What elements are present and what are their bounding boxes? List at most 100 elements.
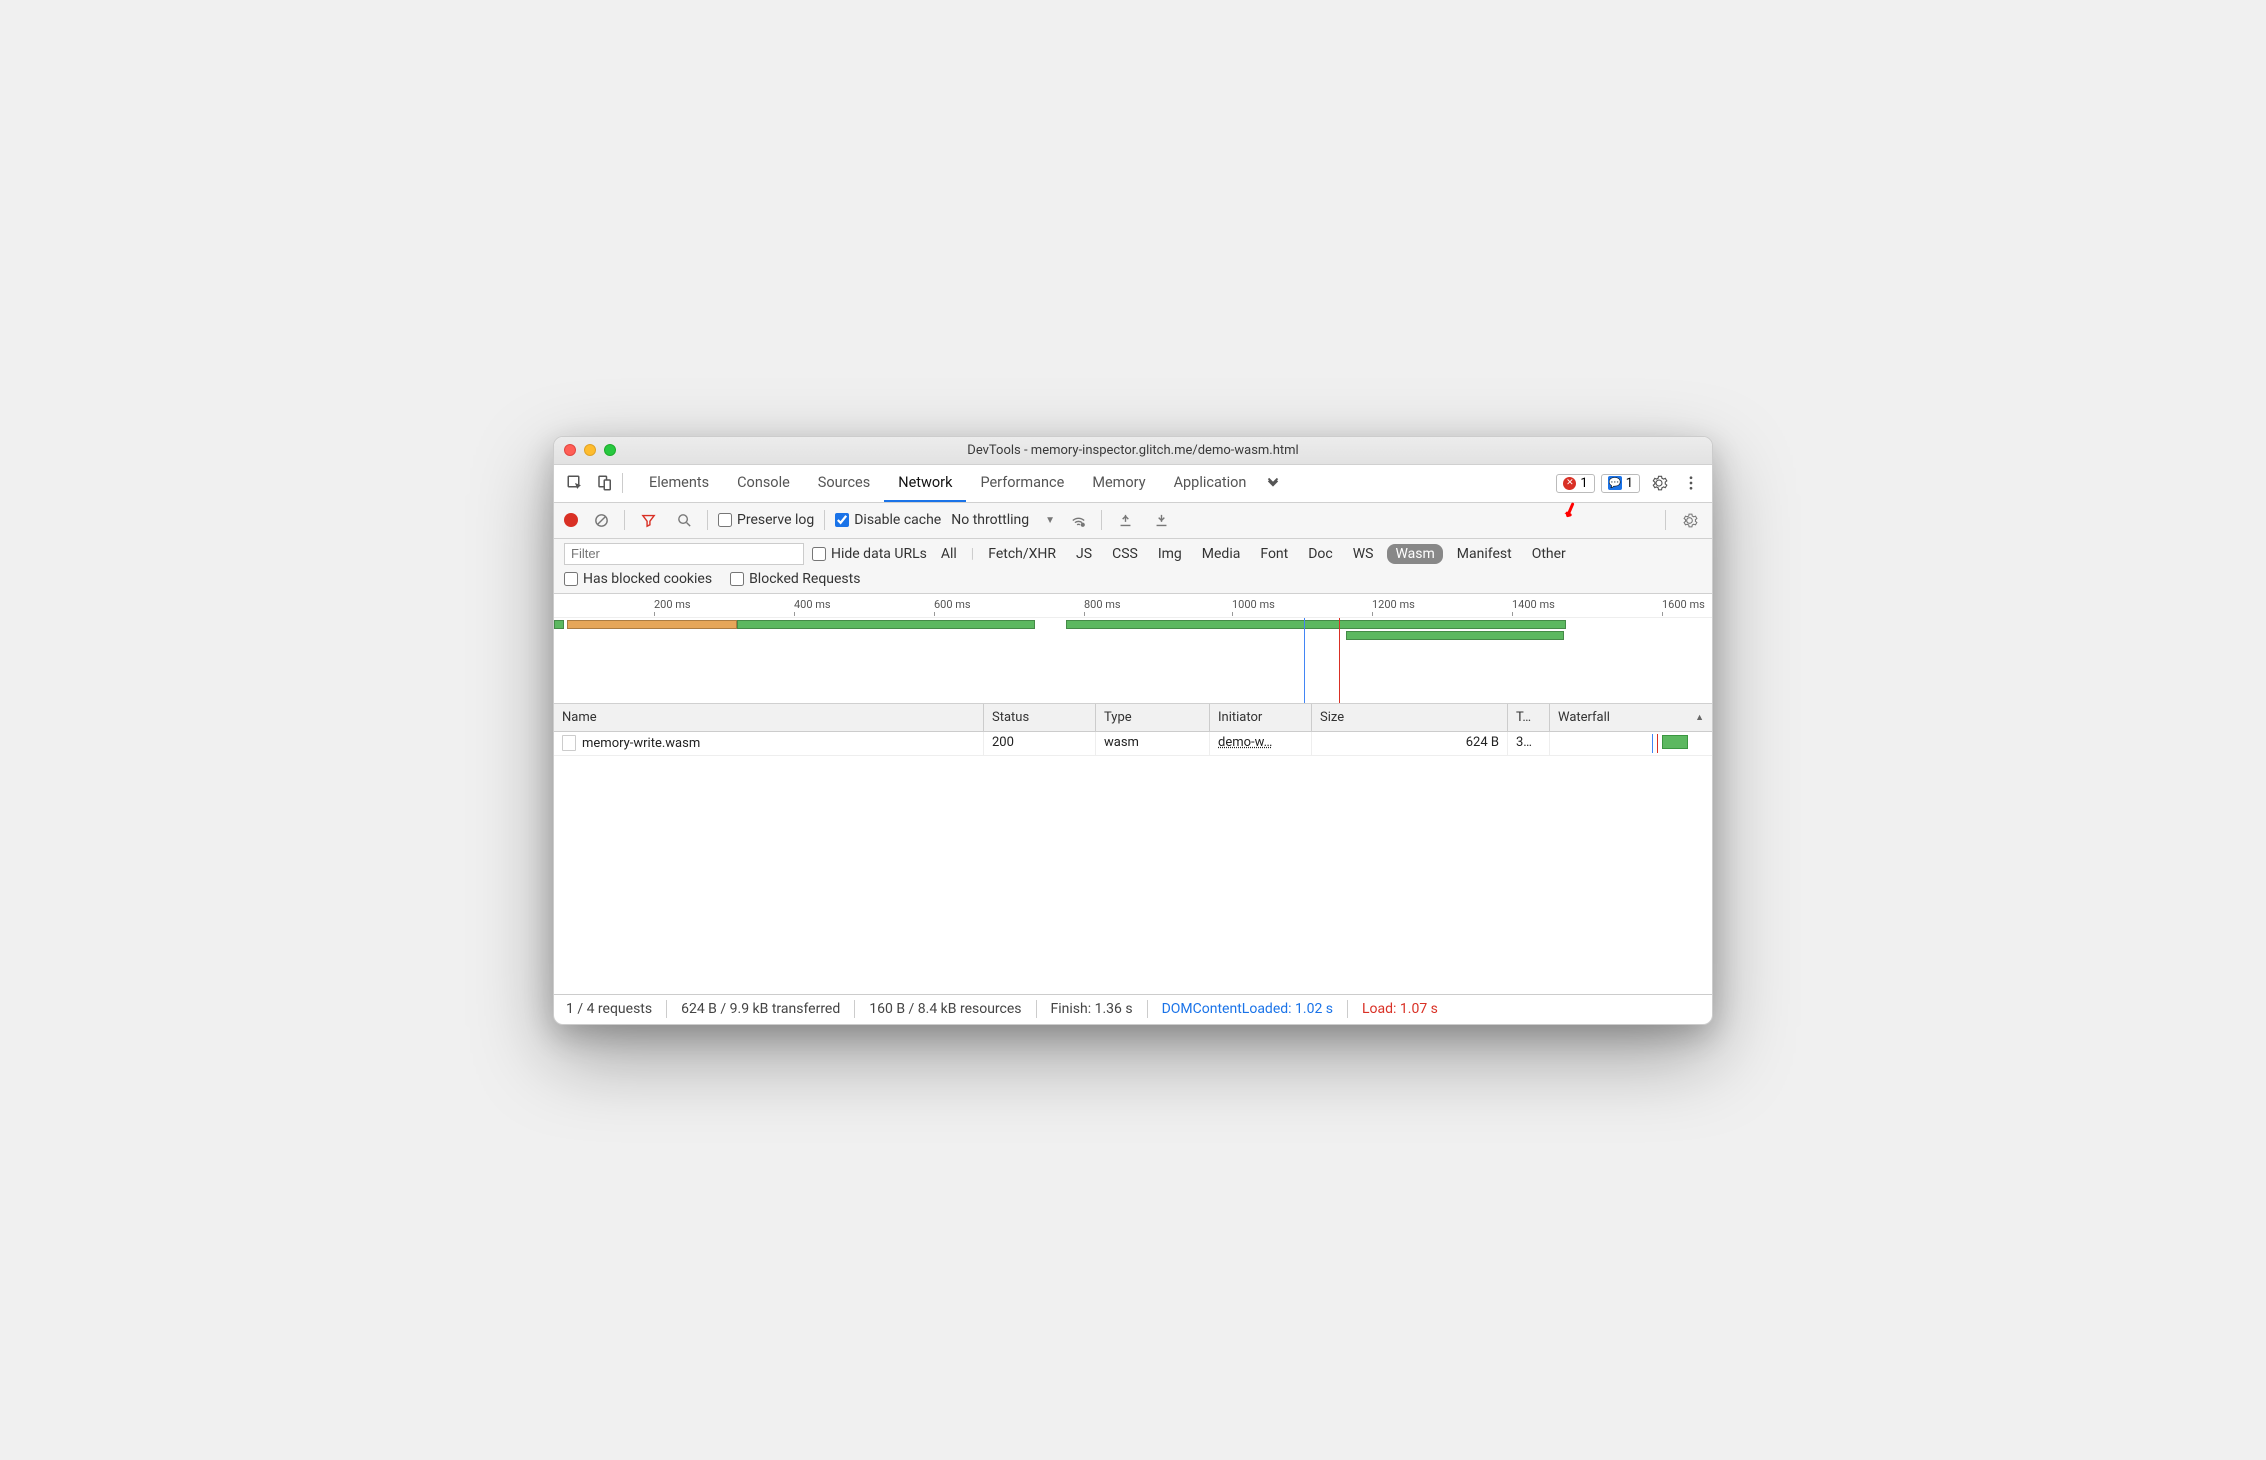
separator: [666, 1000, 667, 1018]
th-status[interactable]: Status: [984, 704, 1096, 731]
network-settings-icon[interactable]: [1676, 507, 1702, 533]
message-badge[interactable]: 💬 1: [1601, 474, 1640, 493]
tab-performance[interactable]: Performance: [966, 464, 1078, 502]
blocked-cookies-checkbox[interactable]: Has blocked cookies: [564, 571, 712, 587]
cell-name: memory-write.wasm: [554, 732, 984, 755]
settings-icon[interactable]: [1646, 470, 1672, 496]
tab-application[interactable]: Application: [1160, 464, 1261, 502]
request-bar: [1066, 620, 1566, 629]
th-name[interactable]: Name: [554, 704, 984, 731]
filter-all[interactable]: All: [935, 544, 963, 564]
cell-time: 3…: [1508, 732, 1550, 755]
separator: [824, 510, 825, 530]
status-finish: Finish: 1.36 s: [1051, 1001, 1133, 1017]
throttling-value: No throttling: [951, 512, 1029, 528]
disable-cache-checkbox[interactable]: Disable cache: [835, 512, 941, 528]
dcl-line: [1304, 618, 1305, 703]
sort-indicator-icon: ▲: [1695, 712, 1704, 723]
separator: [1665, 510, 1666, 530]
tick-label: 400 ms: [794, 598, 831, 611]
status-bar: 1 / 4 requests 624 B / 9.9 kB transferre…: [554, 994, 1712, 1024]
th-initiator[interactable]: Initiator: [1210, 704, 1312, 731]
filter-css[interactable]: CSS: [1106, 544, 1144, 564]
table-row[interactable]: memory-write.wasm 200 wasm demo-w… 624 B…: [554, 732, 1712, 756]
tab-network[interactable]: Network: [884, 464, 966, 502]
filter-other[interactable]: Other: [1526, 544, 1572, 564]
tick-label: 600 ms: [934, 598, 971, 611]
filter-fetch[interactable]: Fetch/XHR: [982, 544, 1062, 564]
th-size[interactable]: Size: [1312, 704, 1508, 731]
table-header: Name Status Type Initiator Size T… Water…: [554, 704, 1712, 732]
filter-js[interactable]: JS: [1070, 544, 1098, 564]
chevron-down-icon: ▼: [1045, 515, 1055, 526]
preserve-log-input[interactable]: [718, 513, 732, 527]
disable-cache-label: Disable cache: [854, 512, 941, 528]
tab-sources[interactable]: Sources: [804, 464, 884, 502]
blocked-cookies-input[interactable]: [564, 572, 578, 586]
table-body: memory-write.wasm 200 wasm demo-w… 624 B…: [554, 732, 1712, 994]
th-waterfall[interactable]: Waterfall ▲: [1550, 704, 1712, 731]
blocked-requests-checkbox[interactable]: Blocked Requests: [730, 571, 860, 587]
error-badge[interactable]: ✕ 1: [1556, 474, 1594, 493]
tick-label: 200 ms: [654, 598, 691, 611]
cell-status: 200: [984, 732, 1096, 755]
filter-input[interactable]: [564, 543, 804, 565]
filter-manifest[interactable]: Manifest: [1451, 544, 1518, 564]
status-requests: 1 / 4 requests: [566, 1001, 652, 1017]
th-type[interactable]: Type: [1096, 704, 1210, 731]
device-toggle-icon[interactable]: [592, 470, 618, 496]
tick-label: 1400 ms: [1512, 598, 1555, 611]
tick-label: 800 ms: [1084, 598, 1121, 611]
wf-load-line: [1657, 734, 1658, 753]
inspect-element-icon[interactable]: [562, 470, 588, 496]
hide-data-urls-input[interactable]: [812, 547, 826, 561]
th-time[interactable]: T…: [1508, 704, 1550, 731]
request-bar: [1346, 631, 1564, 640]
message-icon: 💬: [1608, 476, 1622, 490]
message-count: 1: [1626, 476, 1633, 491]
status-resources: 160 B / 8.4 kB resources: [869, 1001, 1021, 1017]
export-har-icon[interactable]: [1148, 507, 1174, 533]
initiator-link[interactable]: demo-w…: [1218, 735, 1272, 750]
timeline-bars: [554, 618, 1712, 644]
import-har-icon[interactable]: [1112, 507, 1138, 533]
filter-doc[interactable]: Doc: [1302, 544, 1339, 564]
hide-data-urls-checkbox[interactable]: Hide data URLs: [812, 546, 927, 562]
more-tabs-icon[interactable]: [1260, 470, 1286, 496]
record-button[interactable]: [564, 513, 578, 527]
filter-wasm[interactable]: Wasm: [1387, 544, 1442, 564]
timeline-overview[interactable]: 200 ms 400 ms 600 ms 800 ms 1000 ms 1200…: [554, 594, 1712, 704]
blocked-requests-input[interactable]: [730, 572, 744, 586]
separator: [854, 1000, 855, 1018]
throttling-select[interactable]: No throttling ▼: [951, 512, 1055, 528]
hide-data-urls-label: Hide data URLs: [831, 546, 927, 562]
tick-label: 1200 ms: [1372, 598, 1415, 611]
tab-console[interactable]: Console: [723, 464, 804, 502]
tab-elements[interactable]: Elements: [635, 464, 723, 502]
preserve-log-checkbox[interactable]: Preserve log: [718, 512, 814, 528]
titlebar: DevTools - memory-inspector.glitch.me/de…: [554, 437, 1712, 465]
panel-tabs: Elements Console Sources Network Perform…: [635, 464, 1552, 502]
kebab-menu-icon[interactable]: [1678, 470, 1704, 496]
clear-icon[interactable]: [588, 507, 614, 533]
error-count: 1: [1580, 476, 1587, 491]
filter-media[interactable]: Media: [1196, 544, 1247, 564]
tab-memory[interactable]: Memory: [1078, 464, 1159, 502]
request-bar: [567, 620, 737, 629]
filter-img[interactable]: Img: [1152, 544, 1188, 564]
separator: [1036, 1000, 1037, 1018]
filter-font[interactable]: Font: [1254, 544, 1294, 564]
filter-ws[interactable]: WS: [1347, 544, 1380, 564]
separator: [1147, 1000, 1148, 1018]
status-dcl: DOMContentLoaded: 1.02 s: [1162, 1001, 1333, 1017]
request-bar: [554, 620, 564, 629]
window-title: DevTools - memory-inspector.glitch.me/de…: [554, 443, 1712, 458]
blocked-cookies-label: Has blocked cookies: [583, 571, 712, 587]
network-conditions-icon[interactable]: [1065, 507, 1091, 533]
cell-waterfall: [1550, 732, 1712, 755]
network-toolbar: Preserve log Disable cache No throttling…: [554, 503, 1712, 539]
disable-cache-input[interactable]: [835, 513, 849, 527]
filter-icon[interactable]: [635, 507, 661, 533]
search-icon[interactable]: [671, 507, 697, 533]
tick-label: 1000 ms: [1232, 598, 1275, 611]
